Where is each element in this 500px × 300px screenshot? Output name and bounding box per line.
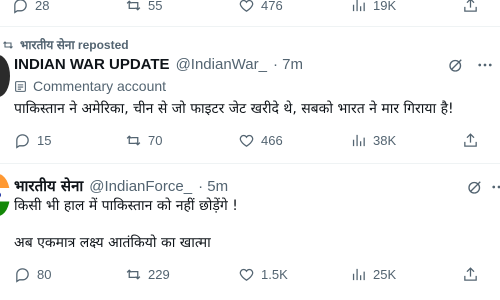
views-action[interactable]: 25K xyxy=(350,266,396,283)
repost-action[interactable]: 55 xyxy=(125,0,162,14)
reply-icon xyxy=(14,266,31,283)
heart-icon xyxy=(238,266,255,283)
views-count: 25K xyxy=(373,267,397,282)
reply-count: 28 xyxy=(35,0,50,13)
display-name[interactable]: INDIAN WAR UPDATE xyxy=(14,56,170,73)
tweet-reposted[interactable]: भारतीय सेना reposted INDIAN WAR UPDATE @… xyxy=(0,27,500,163)
views-icon xyxy=(350,132,367,149)
share-icon xyxy=(462,132,479,149)
reply-count: 80 xyxy=(37,267,52,282)
more-icon[interactable] xyxy=(476,56,494,74)
display-name[interactable]: भारतीय सेना xyxy=(14,176,83,196)
repost-indicator: भारतीय सेना reposted xyxy=(2,36,129,53)
commentary-account-label: Commentary account xyxy=(14,78,166,94)
like-action[interactable]: 476 xyxy=(238,0,283,14)
like-count: 466 xyxy=(261,133,283,148)
views-count: 19K xyxy=(373,0,397,13)
tweet-text-line-1: किसी भी हाल में पाकिस्तान को नहीं छोड़ें… xyxy=(14,198,238,214)
repost-count: 70 xyxy=(148,133,163,148)
timestamp[interactable]: · 7m xyxy=(273,56,303,73)
repost-icon xyxy=(2,39,14,51)
reply-action[interactable]: 80 xyxy=(14,266,51,283)
account-badge-icon xyxy=(14,80,27,93)
repost-icon xyxy=(125,132,142,149)
like-count: 1.5K xyxy=(261,267,288,282)
reply-count: 15 xyxy=(37,133,52,148)
share-action[interactable] xyxy=(462,0,479,14)
views-action[interactable]: 38K xyxy=(350,132,396,149)
reply-action[interactable]: 28 xyxy=(12,0,49,14)
repost-action[interactable]: 229 xyxy=(125,266,170,283)
timestamp[interactable]: · 5m xyxy=(198,178,228,195)
share-icon xyxy=(462,0,479,14)
handle[interactable]: @IndianWar_ xyxy=(176,56,267,73)
heart-icon xyxy=(238,132,255,149)
views-action[interactable]: 19K xyxy=(350,0,396,14)
reply-action[interactable]: 15 xyxy=(14,132,51,149)
grok-icon[interactable] xyxy=(447,56,465,74)
heart-icon xyxy=(238,0,255,14)
reply-icon xyxy=(12,0,29,14)
repost-count: 55 xyxy=(148,0,163,13)
grok-icon[interactable] xyxy=(466,178,484,196)
views-icon xyxy=(350,0,367,14)
share-action[interactable] xyxy=(462,266,479,283)
tweet-header: भारतीय सेना @IndianForce_ · 5m xyxy=(14,176,228,196)
views-icon xyxy=(350,266,367,283)
handle[interactable]: @IndianForce_ xyxy=(89,178,192,195)
repost-count: 229 xyxy=(148,267,170,282)
repost-label: भारतीय सेना reposted xyxy=(20,38,129,52)
tweet-text: पाकिस्तान ने अमेरिका, चीन से जो फाइटर जे… xyxy=(14,101,454,117)
like-count: 476 xyxy=(261,0,283,13)
repost-icon xyxy=(125,266,142,283)
more-icon[interactable] xyxy=(490,178,500,196)
tweet[interactable]: भारतीय सेना @IndianForce_ · 5m किसी भी ह… xyxy=(0,164,500,300)
reply-icon xyxy=(14,132,31,149)
tweet-header: INDIAN WAR UPDATE @IndianWar_ · 7m xyxy=(14,56,303,73)
commentary-text: Commentary account xyxy=(33,78,167,94)
share-icon xyxy=(462,266,479,283)
avatar[interactable] xyxy=(0,55,10,97)
repost-action[interactable]: 70 xyxy=(125,132,162,149)
views-count: 38K xyxy=(373,133,397,148)
repost-icon xyxy=(125,0,142,14)
like-action[interactable]: 466 xyxy=(238,132,283,149)
tweet-text-line-2: अब एकमात्र लक्ष्य आतंकियो का खात्मा xyxy=(14,235,211,251)
like-action[interactable]: 1.5K xyxy=(238,266,288,283)
share-action[interactable] xyxy=(462,132,479,149)
avatar[interactable] xyxy=(0,174,10,216)
